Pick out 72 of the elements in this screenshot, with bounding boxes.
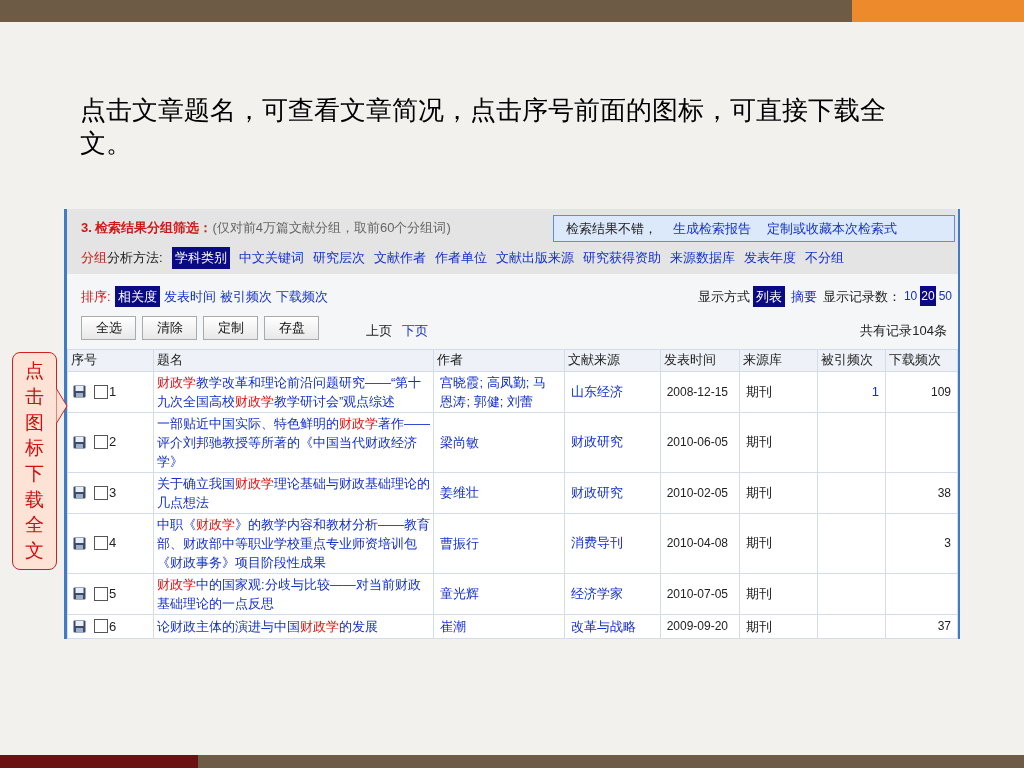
checkbox[interactable] [94,586,108,601]
table-cell: 2010-07-05 [666,586,729,601]
table-cell: 期刊 [745,484,772,500]
row-number: 6 [109,617,117,636]
total-count: 共有记录104条 [860,322,947,340]
sort-option[interactable]: 发表时间 [163,286,216,306]
table-cell: 109 [930,384,951,399]
table-cell: 38 [937,485,951,500]
row-number: 5 [109,584,117,603]
row-number: 3 [109,483,117,502]
group-option[interactable]: 来源数据库 [669,248,735,268]
action-button[interactable]: 清除 [142,315,197,340]
callout-text: 点击图标下载全文 [25,359,44,563]
table-cell: 期刊 [745,434,772,450]
count-label: 显示记录数： [822,287,901,306]
column-header: 下载频次 [885,349,958,371]
table-cell: 3 [944,536,951,550]
checkbox[interactable] [94,536,108,550]
table-cell: 37 [937,619,951,634]
action-button[interactable]: 存盘 [264,315,319,340]
column-header: 作者 [433,349,565,371]
column-header: 序号 [67,349,154,371]
action-button[interactable]: 全选 [81,315,136,340]
table-cell: 2009-09-20 [666,619,729,634]
sort-option[interactable]: 被引频次 [219,286,272,306]
checkbox[interactable] [94,384,108,399]
section-note: (仅对前4万篇文献分组，取前60个分组词) [212,219,451,237]
column-header: 题名 [153,349,434,371]
display-mode[interactable]: 列表 [752,285,785,307]
sort-option[interactable]: 下载频次 [275,286,328,306]
record-count-option[interactable]: 50 [938,287,952,306]
column-header: 发表时间 [660,349,740,371]
action-button[interactable]: 定制 [203,315,258,340]
group-option[interactable]: 中文关键词 [238,248,304,268]
display-label: 显示方式 [697,287,750,306]
group-option[interactable]: 文献作者 [373,248,426,268]
row-number: 4 [109,534,117,553]
table-cell: 期刊 [745,618,772,634]
notice-link[interactable]: 定制或收藏本次检索式 [767,218,897,239]
group-option[interactable]: 研究层次 [312,248,365,268]
group-option[interactable]: 发表年度 [743,248,796,268]
group-option[interactable]: 不分组 [804,248,844,268]
checkbox[interactable] [94,485,108,500]
group-label: 分组分析方法: [81,249,163,267]
record-count-option[interactable]: 20 [920,286,936,307]
slide-text: 点击文章题名，可查看文章简况，点击序号前面的图标，可直接下载全文。 [80,95,887,160]
notice-text: 检索结果不错， [566,219,657,238]
sort-option[interactable]: 相关度 [114,285,160,307]
pager-link[interactable]: 下页 [402,321,428,341]
notice-link[interactable]: 生成检索报告 [673,218,751,239]
table-cell: 期刊 [745,585,772,601]
section-heading: 3. 检索结果分组筛选： [81,219,213,237]
column-header: 被引频次 [817,349,886,371]
group-option[interactable]: 作者单位 [434,248,487,268]
column-header: 文献来源 [564,349,661,371]
table-cell: 2010-04-08 [666,536,729,550]
table-cell: 期刊 [745,383,772,399]
group-option[interactable]: 学科类别 [171,247,230,269]
record-count-option[interactable]: 10 [903,287,918,306]
row-number: 1 [109,382,117,401]
sort-label: 排序: [81,287,111,306]
group-option[interactable]: 文献出版来源 [495,248,574,268]
column-header: 来源库 [739,349,818,371]
table-cell: 2010-06-05 [666,435,729,449]
checkbox[interactable] [94,435,108,449]
display-mode[interactable]: 摘要 [787,286,820,306]
table-cell: 2010-02-05 [666,485,729,500]
checkbox[interactable] [94,619,108,634]
group-option[interactable]: 研究获得资助 [582,248,661,268]
table-cell: 2008-12-15 [666,384,729,399]
row-number: 2 [109,433,117,452]
table-cell: 期刊 [745,535,772,551]
